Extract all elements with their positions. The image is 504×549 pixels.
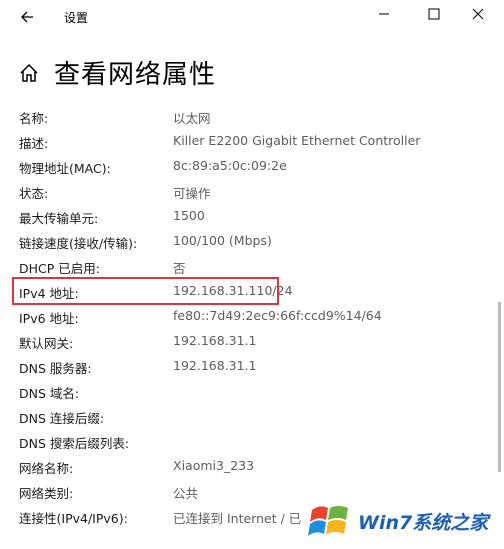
home-icon bbox=[20, 63, 38, 82]
property-row-name: 名称: 以太网 bbox=[0, 104, 504, 129]
maximize-button[interactable] bbox=[414, 4, 454, 30]
scrollbar-thumb[interactable] bbox=[498, 302, 501, 472]
scrollbar[interactable] bbox=[498, 42, 502, 502]
title-bar: 设置 bbox=[0, 0, 504, 34]
property-value: 已连接到 Internet / 已 bbox=[173, 511, 302, 526]
property-label: DNS 服务器: bbox=[19, 361, 92, 376]
property-row-link-speed: 链接速度(接收/传输): 100/100 (Mbps) bbox=[0, 229, 504, 254]
property-value: 公共 bbox=[173, 486, 199, 501]
property-label: DNS 连接后缀: bbox=[19, 411, 105, 426]
property-value: 以太网 bbox=[173, 111, 211, 126]
property-row-mtu: 最大传输单元: 1500 bbox=[0, 204, 504, 229]
property-label: DNS 搜索后缀列表: bbox=[19, 436, 130, 451]
property-value: 1500 bbox=[173, 208, 205, 223]
home-button[interactable] bbox=[18, 62, 40, 84]
property-row-dns-search-list: DNS 搜索后缀列表: bbox=[0, 429, 504, 454]
property-value: 8c:89:a5:0c:09:2e bbox=[173, 158, 287, 173]
property-value: Xiaomi3_233 bbox=[173, 458, 255, 473]
property-value: fe80::7d49:2ec9:66f:ccd9%14/64 bbox=[173, 308, 382, 323]
arrow-left-icon bbox=[21, 11, 33, 23]
property-label: DNS 域名: bbox=[19, 386, 80, 401]
property-label: 名称: bbox=[19, 111, 49, 126]
ipv4-highlight-box bbox=[12, 277, 279, 305]
property-label: 描述: bbox=[19, 136, 49, 151]
windows-logo-icon bbox=[308, 506, 348, 536]
property-row-dns-suffix: DNS 连接后缀: bbox=[0, 404, 504, 429]
property-row-dns-server: DNS 服务器: 192.168.31.1 bbox=[0, 354, 504, 379]
page-title: 查看网络属性 bbox=[54, 60, 217, 90]
close-button[interactable] bbox=[458, 4, 498, 30]
property-row-dns-domain: DNS 域名: bbox=[0, 379, 504, 404]
property-row-mac: 物理地址(MAC): 8c:89:a5:0c:09:2e bbox=[0, 154, 504, 179]
property-label: 网络类别: bbox=[19, 486, 74, 501]
property-label: 物理地址(MAC): bbox=[19, 161, 111, 176]
property-value: 192.168.31.1 bbox=[173, 333, 257, 348]
property-label: 最大传输单元: bbox=[19, 211, 99, 226]
property-value: Killer E2200 Gigabit Ethernet Controller bbox=[173, 133, 421, 148]
property-value: 否 bbox=[173, 261, 186, 276]
property-label: DHCP 已启用: bbox=[19, 261, 100, 276]
back-button[interactable] bbox=[14, 6, 40, 28]
maximize-icon bbox=[428, 8, 440, 20]
property-label: 状态: bbox=[19, 186, 49, 201]
property-row-status: 状态: 可操作 bbox=[0, 179, 504, 204]
property-value: 可操作 bbox=[173, 186, 211, 201]
property-row-description: 描述: Killer E2200 Gigabit Ethernet Contro… bbox=[0, 129, 504, 154]
watermark: Win7系统之家 bbox=[306, 494, 502, 548]
property-value: 100/100 (Mbps) bbox=[173, 233, 272, 248]
property-row-network-name: 网络名称: Xiaomi3_233 bbox=[0, 454, 504, 479]
property-row-dhcp: DHCP 已启用: 否 bbox=[0, 254, 504, 279]
property-row-gateway: 默认网关: 192.168.31.1 bbox=[0, 329, 504, 354]
window-title: 设置 bbox=[64, 11, 89, 25]
property-value: 192.168.31.1 bbox=[173, 358, 257, 373]
close-icon bbox=[472, 8, 484, 20]
property-label: 连接性(IPv4/IPv6): bbox=[19, 511, 128, 526]
property-label: 默认网关: bbox=[19, 336, 74, 351]
minimize-button[interactable] bbox=[364, 4, 404, 30]
property-label: IPv6 地址: bbox=[19, 311, 79, 326]
property-row-ipv6: IPv6 地址: fe80::7d49:2ec9:66f:ccd9%14/64 bbox=[0, 304, 504, 329]
property-label: 链接速度(接收/传输): bbox=[19, 236, 138, 251]
minimize-icon bbox=[379, 13, 389, 15]
property-label: 网络名称: bbox=[19, 461, 74, 476]
watermark-text: Win7系统之家 bbox=[358, 512, 489, 534]
